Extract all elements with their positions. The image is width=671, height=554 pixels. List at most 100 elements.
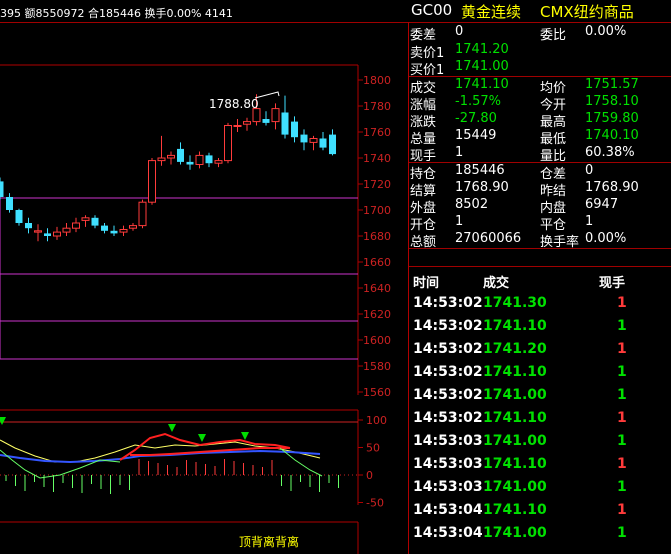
- quote-value: 1768.90: [585, 180, 639, 195]
- trade-row[interactable]: 14:53:02 1741.10 1: [409, 410, 671, 432]
- candle-body: [53, 231, 61, 237]
- quote-value: 27060066: [455, 231, 522, 246]
- candle-body: [291, 121, 298, 138]
- candle-body: [62, 227, 71, 233]
- quote-value: 1751.57: [585, 77, 639, 92]
- trade-qty: 1: [617, 295, 627, 311]
- candle-body: [167, 154, 175, 159]
- signal-marker: [0, 417, 6, 425]
- trade-time: 14:53:04: [413, 502, 483, 518]
- trade-time: 14:53:04: [413, 525, 483, 541]
- quote-value: 1768.90: [455, 180, 509, 195]
- trade-price: 1741.20: [483, 341, 547, 357]
- quote-label: 现手: [410, 149, 437, 164]
- trade-price: 1741.30: [483, 295, 547, 311]
- candle-body: [309, 138, 318, 143]
- trade-qty: 1: [617, 502, 627, 518]
- trade-row[interactable]: 14:53:04 1741.00 1: [409, 525, 671, 547]
- trade-row[interactable]: 14:53:02 1741.10 1: [409, 318, 671, 340]
- y-tick-label: 1580: [363, 360, 391, 373]
- trades-header: 时间 成交 现手: [409, 270, 671, 291]
- indicator-tick-label: 0: [366, 469, 373, 482]
- trade-qty: 1: [617, 341, 627, 357]
- trade-price: 1741.10: [483, 364, 547, 380]
- y-tick-label: 1780: [363, 100, 391, 113]
- candle-body: [271, 108, 280, 123]
- candle-body: [6, 197, 13, 210]
- trade-row[interactable]: 14:53:02 1741.30 1: [409, 295, 671, 317]
- quote-value: 8502: [455, 197, 489, 212]
- candle-body: [195, 154, 204, 165]
- divider: [409, 266, 671, 267]
- trade-qty: 1: [617, 456, 627, 472]
- trade-row[interactable]: 14:53:02 1741.10 1: [409, 364, 671, 386]
- trade-row[interactable]: 14:53:03 1741.00 1: [409, 433, 671, 455]
- header-time: 时间: [413, 276, 440, 291]
- quote-value: 1741.20: [455, 42, 509, 57]
- trade-qty: 1: [617, 479, 627, 495]
- y-tick-label: 1760: [363, 126, 391, 139]
- trade-row[interactable]: 14:53:02 1741.20 1: [409, 341, 671, 363]
- quote-value: -1.57%: [455, 94, 501, 109]
- candle-body: [262, 119, 270, 123]
- indicator-tick-label: -50: [366, 497, 384, 510]
- trade-time: 14:53:02: [413, 341, 483, 357]
- quote-row: 卖价1 1741.20: [409, 42, 671, 61]
- quote-value: 1759.80: [585, 111, 639, 126]
- quote-row: 开仓 1 平仓 1: [409, 214, 671, 233]
- candle-body: [157, 157, 166, 162]
- quote-value: 0: [455, 24, 464, 39]
- peak-label: 1788.80: [209, 97, 259, 111]
- trade-time: 14:53:02: [413, 318, 483, 334]
- y-tick-label: 1720: [363, 178, 391, 191]
- trade-row[interactable]: 14:53:03 1741.00 1: [409, 479, 671, 501]
- trade-row[interactable]: 14:53:02 1741.00 1: [409, 387, 671, 409]
- header-price: 成交: [483, 276, 510, 291]
- quote-row: 涨跌 -27.80 最高 1759.80: [409, 111, 671, 130]
- quote-value: 0.00%: [585, 24, 627, 39]
- trade-qty: 1: [617, 318, 627, 334]
- trade-time: 14:53:02: [413, 295, 483, 311]
- symbol-code[interactable]: GC00: [411, 1, 452, 19]
- price-chart[interactable]: 1800 1780 1760 1740 1720 1700 1680 1660 1640 1620…: [0, 0, 408, 554]
- indicator-green-line: [0, 449, 121, 479]
- quote-value: 0.00%: [585, 231, 627, 246]
- quote-value: 1: [455, 214, 464, 229]
- candle-body: [177, 148, 184, 162]
- trade-price: 1741.00: [483, 387, 547, 403]
- quote-row: 现手 1 量比 60.38%: [409, 145, 671, 164]
- quote-row: 结算 1768.90 昨结 1768.90: [409, 180, 671, 199]
- trade-price: 1741.10: [483, 456, 547, 472]
- trade-qty: 1: [617, 525, 627, 541]
- candle-body: [281, 112, 289, 135]
- trade-qty: 1: [617, 410, 627, 426]
- candle-body: [224, 125, 232, 162]
- trade-price: 1741.00: [483, 525, 547, 541]
- quote-label: 买价1: [410, 63, 445, 78]
- trade-row[interactable]: 14:53:03 1741.10 1: [409, 456, 671, 478]
- trade-row[interactable]: 14:53:04 1741.10 1: [409, 502, 671, 524]
- y-tick-label: 1620: [363, 308, 391, 321]
- quote-value: 1758.10: [585, 94, 639, 109]
- quote-value: 15449: [455, 128, 497, 143]
- quote-row: 买价1 1741.00: [409, 59, 671, 78]
- candle-body: [319, 138, 327, 148]
- trade-qty: 1: [617, 364, 627, 380]
- y-tick-label: 1700: [363, 204, 391, 217]
- quote-label: 换手率: [540, 235, 580, 250]
- quote-row: 涨幅 -1.57% 今开 1758.10: [409, 94, 671, 113]
- y-tick-label: 1660: [363, 256, 391, 269]
- candle-body: [243, 121, 251, 125]
- quote-value: 0: [585, 163, 594, 178]
- quote-label: 总额: [410, 235, 437, 250]
- quote-label: 量比: [540, 149, 567, 164]
- trade-price: 1741.00: [483, 433, 547, 449]
- candle-body: [44, 233, 51, 236]
- y-tick-label: 1680: [363, 230, 391, 243]
- chart-area[interactable]: 1800 1780 1760 1740 1720 1700 1680 1660 1640 1620…: [0, 0, 408, 554]
- indicator-tick-label: 50: [366, 442, 380, 455]
- trade-price: 1741.10: [483, 502, 547, 518]
- quote-row: 总量 15449 最低 1740.10: [409, 128, 671, 147]
- quote-value: 1741.00: [455, 59, 509, 74]
- candle-body: [300, 134, 308, 143]
